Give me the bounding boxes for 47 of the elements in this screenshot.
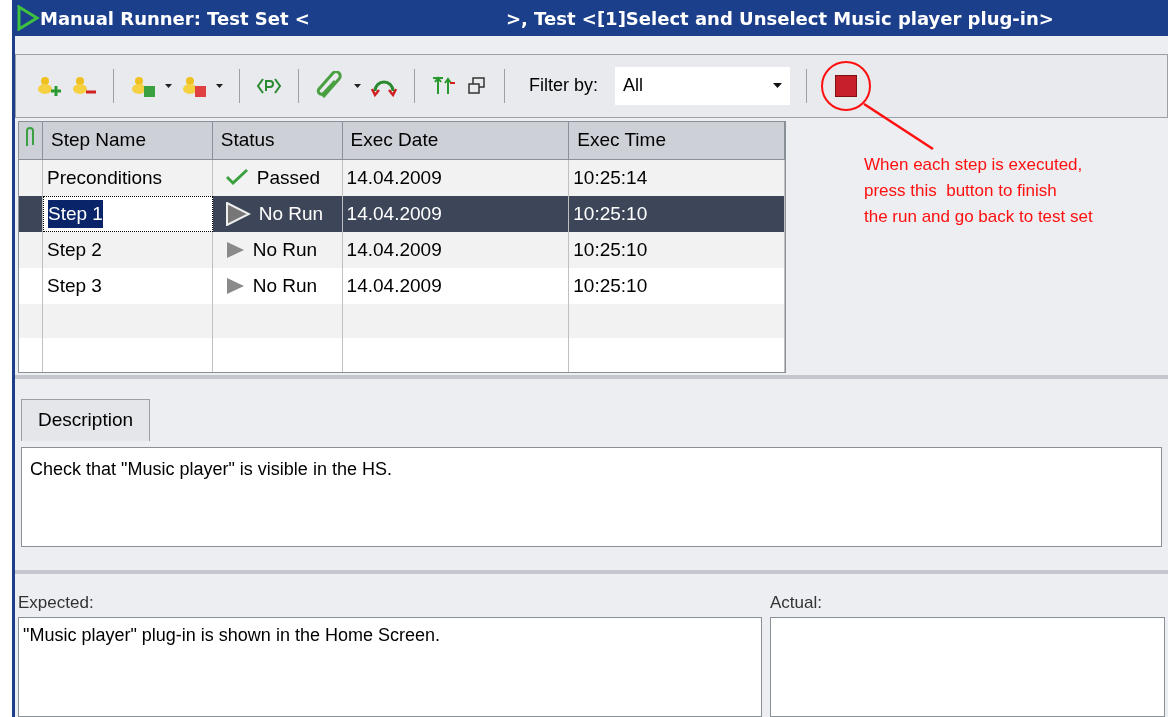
table-cell-text: 10:25:14 — [573, 165, 648, 190]
table-cell-text: No Run — [252, 273, 318, 298]
table-cell: Step 1 — [47, 199, 103, 229]
annotation-note: When each step is executed, press this button to finish the run and go back to test set — [864, 154, 1093, 228]
play-icon — [224, 240, 245, 259]
dropdown-caret-icon[interactable] — [773, 83, 782, 89]
table-row[interactable]: Preconditions Passed 14.04.2009 10:25:14 — [19, 159, 785, 196]
caret-icon — [216, 83, 223, 88]
table-cell-text: Step 2 — [46, 237, 102, 262]
description-tab[interactable]: Description — [21, 399, 151, 442]
leader-line — [863, 102, 935, 151]
table-cell-text: Passed — [256, 165, 321, 190]
window-title: >, Test <[1]Select and Unselect Music player plug-in> — [505, 6, 1054, 31]
table-row[interactable]: Step 2 No Run 14.04.2009 10:25:10 — [19, 231, 785, 268]
table-cell-text: 10:25:10 — [573, 273, 648, 298]
caret-icon — [165, 83, 172, 88]
expected-box[interactable]: "Music player" plug-in is shown in the Home Screen. — [18, 617, 762, 717]
filter-dropdown[interactable]: All — [615, 66, 790, 105]
table-cell-text: No Run — [252, 237, 318, 262]
table-cell-text: 10:25:10 — [573, 237, 648, 262]
column-header[interactable]: Status — [212, 121, 343, 159]
expected-label: Expected: — [18, 591, 95, 614]
check-icon — [224, 168, 249, 187]
play-icon — [224, 276, 245, 295]
column-header[interactable]: Exec Date — [342, 121, 570, 159]
play-icon — [224, 201, 251, 226]
actual-label: Actual: — [770, 591, 823, 614]
paperclip-icon[interactable] — [315, 70, 345, 101]
windows-icon[interactable] — [466, 74, 488, 97]
caret-icon — [354, 83, 361, 88]
table-cell-text: 14.04.2009 — [346, 165, 442, 190]
window-title: Manual Runner: Test Set < — [40, 6, 310, 31]
table-cell-text: 14.04.2009 — [346, 273, 442, 298]
description-box[interactable]: Check that "Music player" is visible in the HS. — [21, 447, 1162, 548]
table-cell-text: Preconditions — [46, 165, 163, 190]
table-cell-text: 14.04.2009 — [346, 201, 442, 226]
table-cell-text: Step 3 — [46, 273, 102, 298]
filter-label: Filter by: — [529, 74, 598, 98]
table-row[interactable]: Step 1 No Run 14.04.2009 10:25:10 — [19, 195, 785, 232]
table-cell-text: 10:25:10 — [573, 201, 648, 226]
table-cell-text: 14.04.2009 — [346, 237, 442, 262]
column-header[interactable]: Step Name — [42, 121, 213, 159]
arrows-up-icon[interactable] — [431, 74, 457, 97]
table-cell-text: No Run — [258, 201, 324, 226]
play-icon — [16, 5, 40, 31]
actual-box[interactable] — [770, 617, 1165, 717]
column-header[interactable]: Exec Time — [569, 121, 785, 159]
